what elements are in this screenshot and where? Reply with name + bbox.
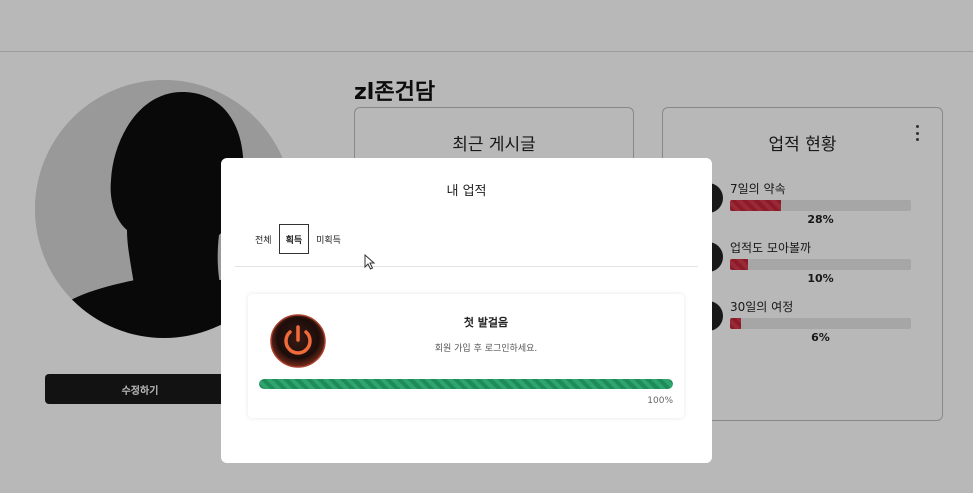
achievement-item-progress-track: [259, 379, 673, 389]
tab-divider: [235, 266, 698, 267]
tab-all[interactable]: 전체: [248, 224, 279, 254]
achievement-item-description: 회원 가입 후 로그인하세요.: [434, 344, 538, 354]
my-achievements-modal: 내 업적 전체 획득 미획득 첫 발걸음 회원 가입 후 로그인하세요. 100…: [221, 158, 712, 463]
achievement-item-card[interactable]: 첫 발걸음 회원 가입 후 로그인하세요. 100%: [248, 294, 684, 418]
achievement-item-progress-fill: [259, 379, 673, 389]
modal-title: 내 업적: [446, 184, 487, 199]
tab-acquired[interactable]: 획득: [278, 224, 310, 254]
mouse-cursor-icon: [364, 254, 376, 270]
achievement-tabs: 전체 획득 미획득: [248, 224, 348, 254]
achievement-item-percent: 100%: [647, 396, 673, 406]
achievement-item-name: 첫 발걸음: [463, 316, 509, 329]
tab-not-acquired[interactable]: 미획득: [309, 224, 348, 254]
